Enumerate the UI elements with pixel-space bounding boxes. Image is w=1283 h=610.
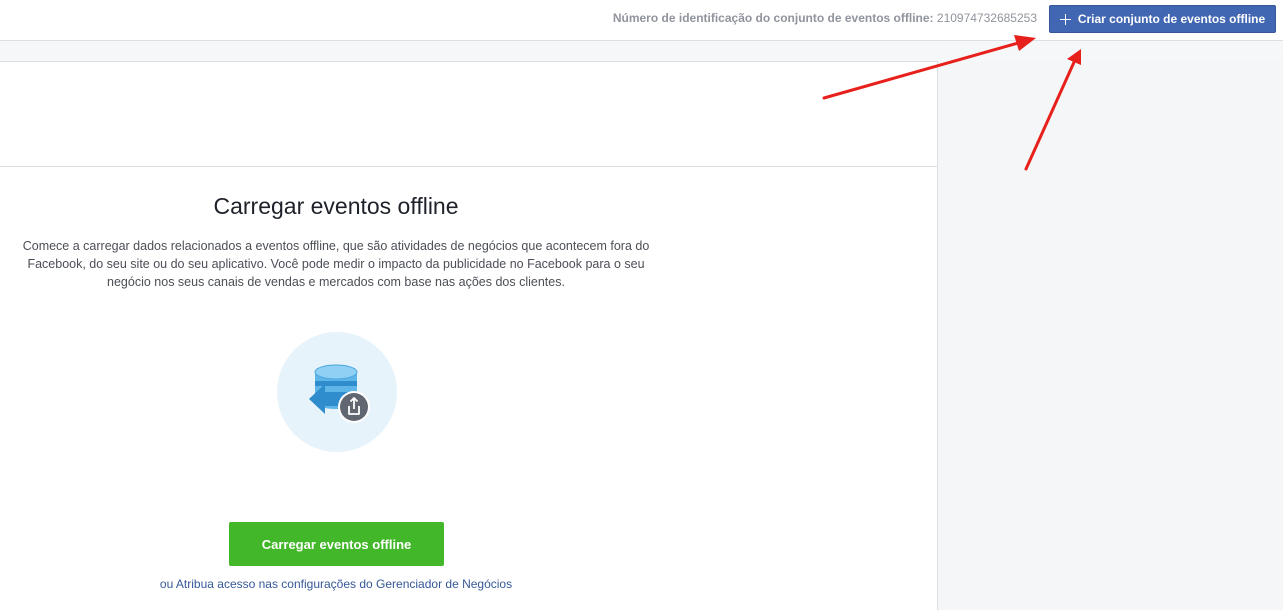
top-bar: Número de identificação do conjunto de e…: [0, 0, 1283, 41]
upload-offline-events-button[interactable]: Carregar eventos offline: [229, 522, 444, 566]
right-side-panel: [937, 61, 1283, 610]
page-title: Carregar eventos offline: [213, 193, 459, 219]
create-offline-event-set-button[interactable]: Criar conjunto de eventos offline: [1049, 5, 1276, 33]
event-set-id-label: Número de identificação do conjunto de e…: [612, 11, 934, 25]
database-upload-icon: [277, 332, 397, 452]
main-header-area: [0, 62, 937, 167]
plus-icon: [1059, 13, 1071, 25]
database-upload-illustration: [309, 364, 370, 423]
subheader-strip: [0, 41, 1283, 62]
business-manager-access-link[interactable]: ou Atribua acesso nas configurações do G…: [0, 577, 672, 591]
main-panel: Carregar eventos offline Comece a carreg…: [0, 62, 937, 610]
page-description: Comece a carregar dados relacionados a e…: [22, 239, 650, 289]
event-set-id-value: 210974732685253: [936, 11, 1037, 25]
create-offline-event-set-label: Criar conjunto de eventos offline: [1077, 12, 1266, 26]
event-set-id: Número de identificação do conjunto de e…: [613, 11, 1037, 25]
